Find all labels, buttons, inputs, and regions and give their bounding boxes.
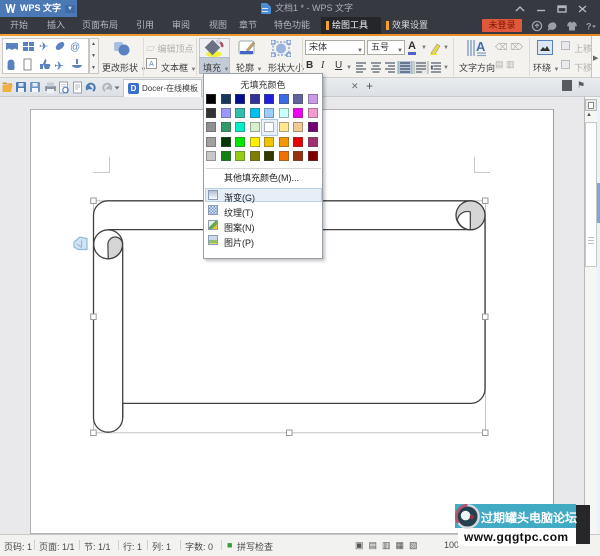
- svg-text:✈: ✈: [54, 59, 64, 73]
- svg-text:✈: ✈: [39, 41, 48, 53]
- svg-text:A: A: [476, 39, 486, 54]
- svg-text:?: ?: [586, 22, 592, 32]
- svg-text:@: @: [70, 42, 80, 53]
